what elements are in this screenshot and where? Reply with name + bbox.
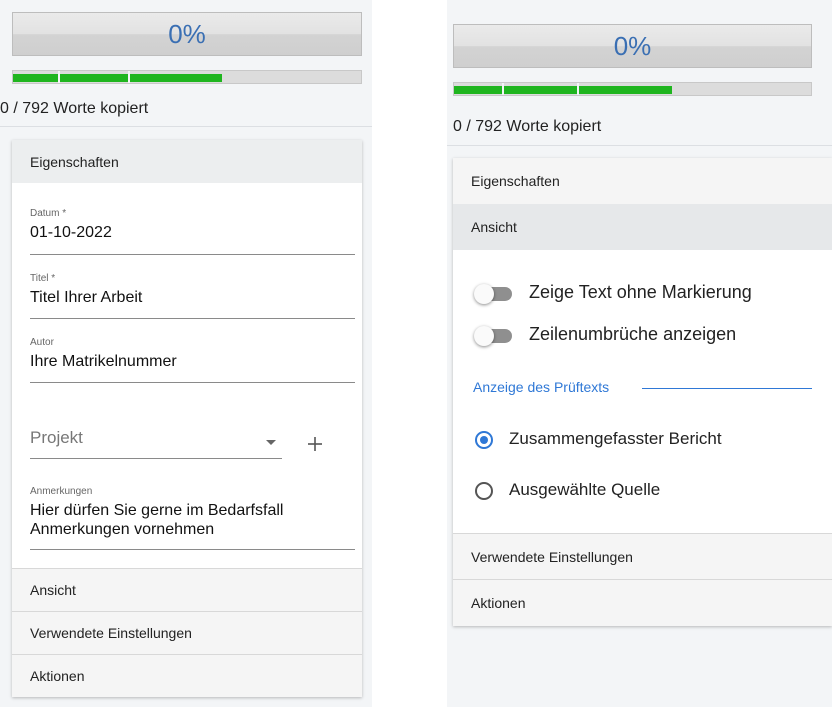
date-label: Datum * — [30, 208, 67, 219]
left-panel: 0% 0 / 792 Worte kopiert Eigenschaften D… — [0, 0, 372, 707]
date-underline — [30, 254, 355, 255]
progress-percent: 0% — [613, 30, 652, 61]
section-actions-header[interactable]: Aktionen — [453, 579, 832, 626]
progress-separator — [58, 71, 60, 83]
author-field[interactable]: Autor Ihre Matrikelnummer — [30, 337, 355, 385]
title-value: Titel Ihrer Arbeit — [30, 289, 143, 306]
radio-selected-source[interactable] — [475, 482, 493, 500]
author-value: Ihre Matrikelnummer — [30, 353, 177, 370]
title-field[interactable]: Titel * Titel Ihrer Arbeit — [30, 273, 355, 321]
words-copied-text: 0 / 792 Worte kopiert — [0, 100, 149, 117]
display-heading: Anzeige des Prüftexts — [473, 379, 610, 395]
toggle-line-breaks[interactable] — [474, 326, 512, 346]
notes-underline — [30, 549, 355, 550]
section-view-label: Ansicht — [30, 582, 76, 598]
right-panel: 0% 0 / 792 Worte kopiert Eigenschaften A… — [447, 0, 832, 707]
date-field[interactable]: Datum * 01-10-2022 — [30, 208, 355, 256]
section-properties-label: Eigenschaften — [30, 153, 119, 170]
progress-percent-display: 0% — [453, 24, 812, 68]
add-project-button[interactable] — [307, 436, 323, 452]
section-actions-label: Aktionen — [30, 668, 85, 684]
section-properties-header[interactable]: Eigenschaften — [12, 140, 362, 183]
radio-selected-source-label: Ausgewählte Quelle — [509, 480, 661, 499]
settings-accordion: Eigenschaften Ansicht Zeige Text ohne Ma… — [453, 158, 832, 626]
section-used-settings-header[interactable]: Verwendete Einstellungen — [453, 533, 832, 579]
progress-separator — [502, 83, 504, 95]
section-actions-header[interactable]: Aktionen — [12, 654, 362, 697]
project-underline — [30, 458, 282, 459]
progress-bar-fill — [13, 74, 222, 82]
radio-selected-dot — [480, 436, 488, 444]
toggle-knob — [474, 284, 494, 304]
section-actions-label: Aktionen — [471, 595, 526, 611]
settings-accordion: Eigenschaften Datum * 01-10-2022 Titel *… — [12, 140, 362, 697]
toggle-no-marking-label: Zeige Text ohne Markierung — [529, 282, 752, 302]
title-underline — [30, 318, 355, 319]
section-used-settings-header[interactable]: Verwendete Einstellungen — [12, 611, 362, 654]
section-used-settings-label: Verwendete Einstellungen — [471, 548, 633, 565]
radio-summary-report[interactable] — [475, 431, 493, 449]
author-underline — [30, 382, 355, 383]
notes-label: Anmerkungen — [30, 486, 93, 497]
author-label: Autor — [30, 337, 54, 348]
section-view-header[interactable]: Ansicht — [453, 204, 832, 250]
progress-separator — [577, 83, 579, 95]
project-select[interactable]: Projekt — [30, 428, 282, 460]
title-label: Titel * — [30, 273, 56, 284]
divider — [0, 126, 372, 127]
progress-bar-fill — [454, 86, 672, 94]
project-placeholder: Projekt — [30, 428, 83, 447]
notes-field[interactable]: Anmerkungen Hier dürfen Sie gerne im Bed… — [30, 486, 355, 552]
radio-summary-report-label: Zusammengefasster Bericht — [509, 429, 722, 448]
section-properties-label: Eigenschaften — [471, 173, 560, 189]
progress-separator — [128, 71, 130, 83]
notes-value: Hier dürfen Sie gerne im Bedarfsfall Anm… — [30, 502, 284, 538]
words-copied-text: 0 / 792 Worte kopiert — [453, 118, 602, 135]
toggle-knob — [474, 326, 494, 346]
section-used-settings-label: Verwendete Einstellungen — [30, 625, 192, 641]
section-view-label: Ansicht — [471, 219, 517, 235]
progress-bar — [12, 70, 362, 84]
date-value: 01-10-2022 — [30, 224, 112, 241]
progress-percent-display: 0% — [12, 12, 362, 56]
dropdown-arrow-icon — [266, 440, 276, 445]
toggle-line-breaks-label: Zeilenumbrüche anzeigen — [529, 324, 737, 344]
progress-percent: 0% — [168, 18, 206, 49]
section-properties-header[interactable]: Eigenschaften — [453, 158, 832, 204]
progress-bar — [453, 82, 812, 96]
display-heading-line — [642, 388, 812, 389]
divider — [447, 145, 832, 146]
section-view-header[interactable]: Ansicht — [12, 568, 362, 611]
toggle-no-marking[interactable] — [474, 284, 512, 304]
